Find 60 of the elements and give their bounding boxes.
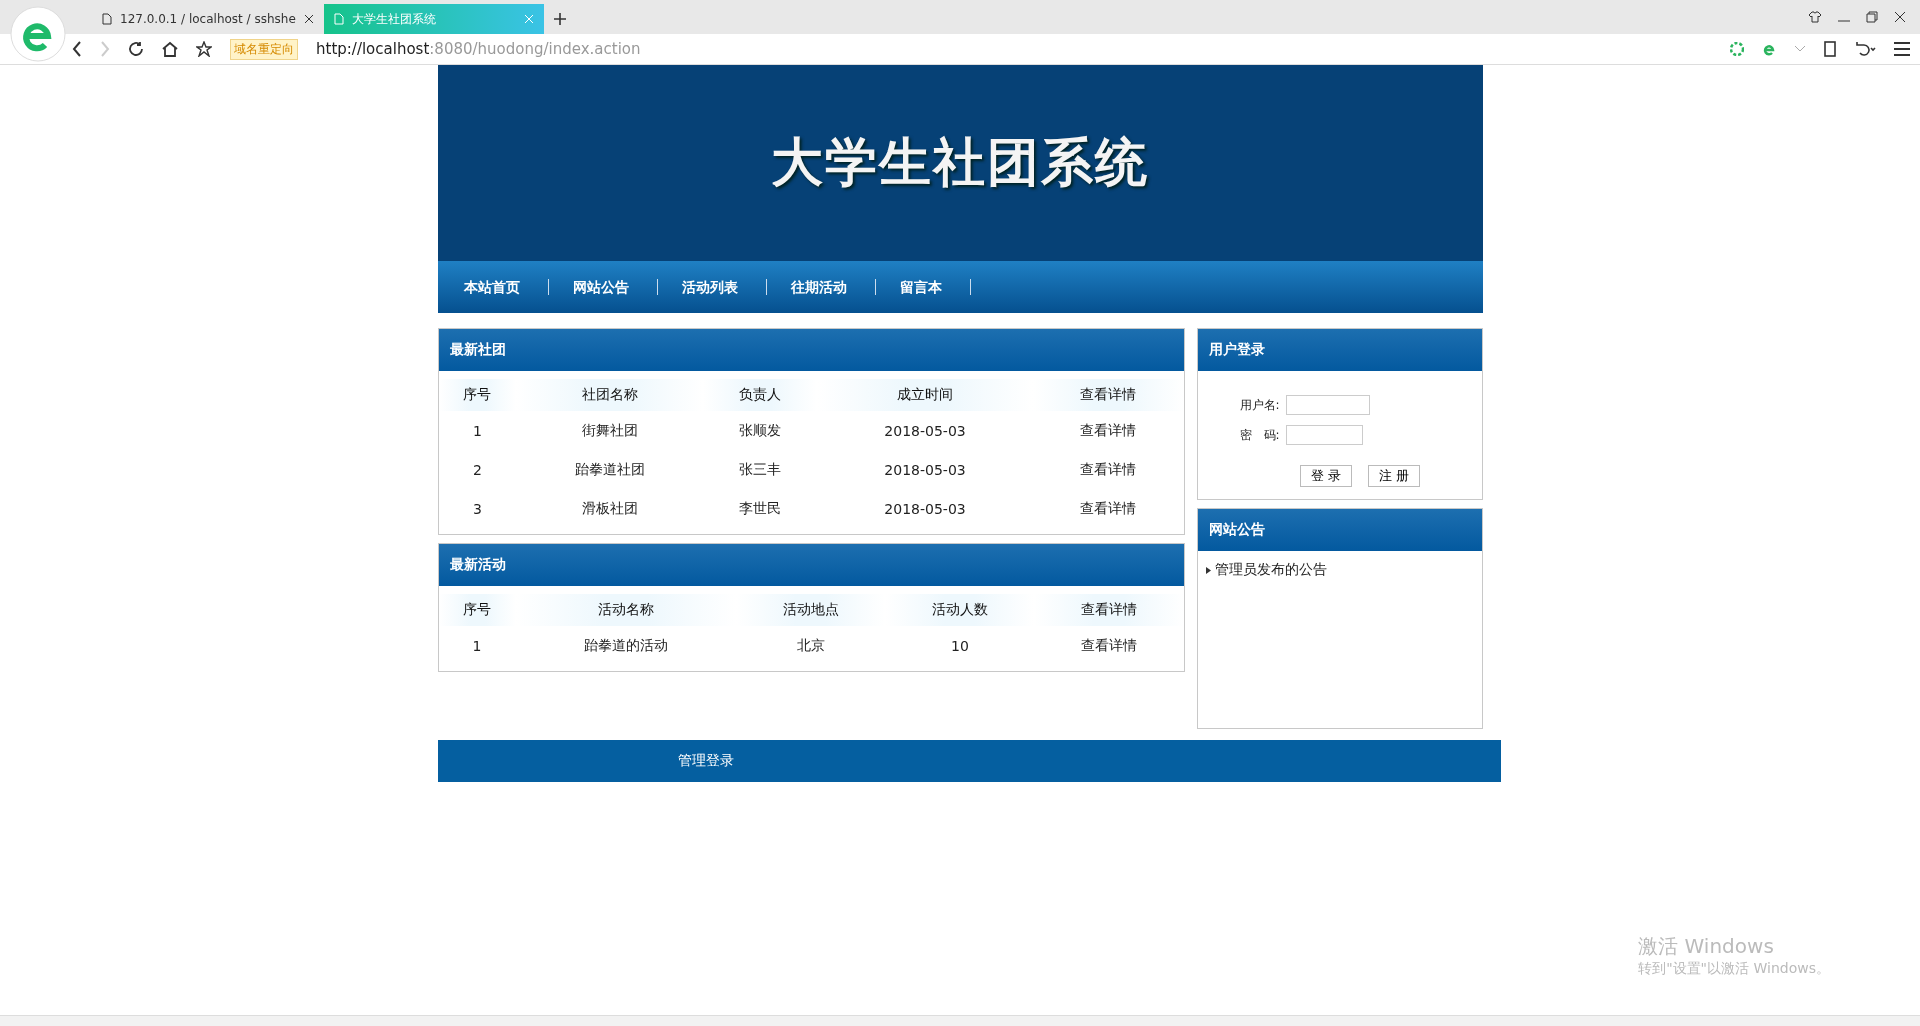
table-cell-text: 滑板社团 — [580, 498, 639, 518]
field-label: 密 码: — [1239, 426, 1280, 444]
url-field[interactable]: http://localhost:8080/huodong/index.action — [316, 40, 641, 58]
nav-link[interactable]: 留言本 — [887, 279, 971, 295]
table-cell: 张顺发 — [702, 411, 817, 450]
details-link[interactable]: 查看详情 — [1033, 450, 1184, 489]
details-link[interactable]: 查看详情 — [1034, 626, 1184, 665]
undo-icon[interactable] — [1854, 41, 1876, 57]
shirt-icon[interactable] — [1808, 11, 1822, 23]
page-icon — [102, 13, 112, 25]
table-cell: 1 — [438, 411, 517, 450]
table-cell: 北京 — [736, 626, 886, 665]
table-cell-text: 张三丰 — [737, 459, 782, 479]
redirect-badge: 域名重定向 — [230, 38, 298, 60]
menu-icon[interactable] — [1894, 42, 1910, 56]
table-cell-text: 李世民 — [737, 498, 782, 518]
activation-title: 激活 Windows — [1638, 933, 1775, 960]
activation-hint: 转到"设置"以激活 Windows。 — [1638, 960, 1830, 978]
close-icon[interactable] — [1894, 11, 1906, 23]
nav-link[interactable]: 本站首页 — [451, 279, 549, 295]
table-cell-text: 跆拳道社团 — [573, 459, 646, 479]
table-cell: 街舞社团 — [516, 411, 703, 450]
site-title: 大学生社团系统 — [771, 130, 1149, 194]
new-tab-icon[interactable] — [553, 13, 566, 25]
details-link[interactable]: 查看详情 — [1033, 411, 1184, 450]
phone-icon[interactable] — [1824, 41, 1836, 57]
login-button[interactable]: 登 录 — [1299, 465, 1352, 487]
browser-mode-icon[interactable] — [1762, 42, 1776, 56]
table-cell: 10 — [885, 626, 1035, 665]
notice-link[interactable]: 管理员发布的公告 — [1214, 561, 1327, 579]
nav-link[interactable]: 往期活动 — [778, 279, 876, 295]
table-cell: 2018-05-03 — [816, 411, 1034, 450]
star-icon[interactable] — [196, 41, 212, 57]
panel-header: 网站公告 — [1197, 509, 1482, 551]
table-cell: 1 — [438, 626, 516, 665]
back-icon[interactable] — [72, 41, 82, 57]
home-icon[interactable] — [162, 41, 178, 57]
browser-tab[interactable]: 127.0.0.1 / localhost / sshshe — [92, 4, 324, 34]
close-icon[interactable] — [303, 14, 314, 24]
details-link[interactable]: 查看详情 — [1033, 489, 1184, 528]
register-button[interactable]: 注 册 — [1367, 465, 1420, 487]
page-icon — [333, 13, 344, 25]
password-field[interactable] — [1285, 425, 1363, 445]
shutter-icon[interactable] — [1730, 42, 1744, 56]
table-cell-text: 2018-05-03 — [883, 499, 967, 519]
nav-link[interactable]: 网站公告 — [560, 279, 658, 295]
panel-header: 用户登录 — [1197, 329, 1482, 371]
bullet-icon — [1205, 566, 1211, 574]
table-cell-text: 2018-05-03 — [883, 460, 967, 480]
restore-icon[interactable] — [1866, 11, 1878, 23]
table-cell-text: 3 — [471, 499, 483, 519]
admin-login-link[interactable]: 管理登录 — [677, 752, 734, 770]
panel-header: 最新活动 — [438, 544, 1184, 586]
field-label: 用户名: — [1239, 396, 1280, 414]
table-cell-text: 2 — [471, 460, 483, 480]
panel-header: 最新社团 — [438, 329, 1184, 371]
reload-icon[interactable] — [128, 41, 144, 57]
username-field[interactable] — [1285, 395, 1370, 415]
table-cell: 跆拳道的活动 — [515, 626, 737, 665]
nav-link[interactable]: 活动列表 — [669, 279, 767, 295]
